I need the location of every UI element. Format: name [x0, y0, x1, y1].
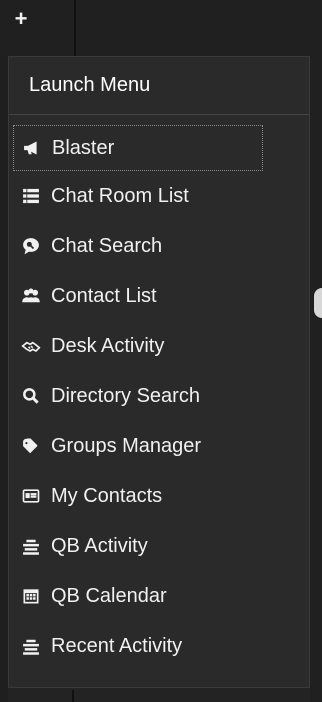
megaphone-icon — [20, 136, 44, 160]
menu-item-qb-calendar[interactable]: QB Calendar — [9, 571, 309, 621]
top-bar: + — [0, 0, 322, 56]
menu-item-label: Blaster — [52, 136, 115, 159]
menu-item-label: Contact List — [51, 284, 157, 307]
menu-item-desk-activity[interactable]: Desk Activity — [9, 321, 309, 371]
activity-lines-icon — [19, 634, 43, 658]
top-bar-divider — [74, 0, 76, 56]
menu-item-chat-search[interactable]: Chat Search — [9, 221, 309, 271]
contact-card-icon — [19, 484, 43, 508]
left-background-strip — [0, 56, 8, 702]
launch-menu: Launch Menu Blaster Chat Room List Chat … — [8, 56, 310, 688]
menu-item-my-contacts[interactable]: My Contacts — [9, 471, 309, 521]
menu-item-label: Groups Manager — [51, 434, 202, 457]
menu-item-contact-list[interactable]: Contact List — [9, 271, 309, 321]
activity-lines-icon — [19, 534, 43, 558]
users-icon — [19, 284, 43, 308]
menu-item-label: Directory Search — [51, 384, 200, 407]
menu-item-qb-activity[interactable]: QB Activity — [9, 521, 309, 571]
list-icon — [19, 184, 43, 208]
calendar-icon — [19, 584, 43, 608]
launch-menu-title: Launch Menu — [9, 57, 309, 115]
add-button[interactable]: + — [12, 8, 30, 30]
search-icon — [19, 384, 43, 408]
tags-icon — [19, 434, 43, 458]
menu-item-chat-room-list[interactable]: Chat Room List — [9, 171, 309, 221]
menu-item-label: Recent Activity — [51, 634, 183, 657]
launch-menu-screen: + Launch Menu Blaster Chat Room List Cha… — [0, 0, 322, 702]
menu-item-label: Chat Search — [51, 234, 163, 257]
menu-item-label: My Contacts — [51, 484, 163, 507]
menu-item-groups-manager[interactable]: Groups Manager — [9, 421, 309, 471]
right-edge-indicator — [314, 288, 322, 318]
menu-item-blaster[interactable]: Blaster — [13, 125, 263, 171]
menu-item-label: QB Activity — [51, 534, 148, 557]
chat-search-icon — [19, 234, 43, 258]
handshake-icon — [19, 334, 43, 358]
menu-item-directory-search[interactable]: Directory Search — [9, 371, 309, 421]
menu-item-recent-activity[interactable]: Recent Activity — [9, 621, 309, 671]
menu-item-label: Desk Activity — [51, 334, 165, 357]
launch-menu-list: Blaster Chat Room List Chat Search Conta… — [9, 125, 309, 671]
menu-item-label: Chat Room List — [51, 184, 189, 207]
right-background-strip — [310, 56, 322, 702]
menu-item-label: QB Calendar — [51, 584, 167, 607]
bottom-divider — [72, 690, 74, 702]
